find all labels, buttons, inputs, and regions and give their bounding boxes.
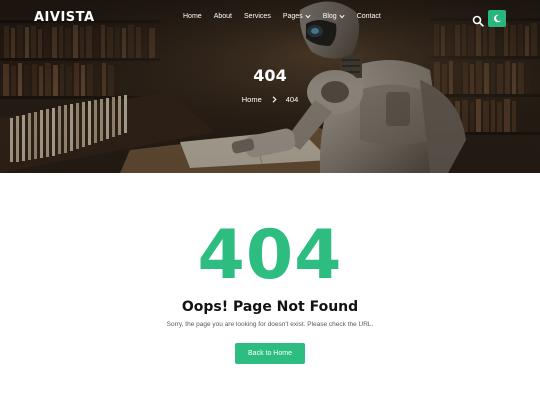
chevron-right-icon (272, 96, 277, 103)
nav-item-label: Pages (282, 13, 303, 20)
chevron-down-icon (305, 14, 311, 19)
breadcrumb-home-link[interactable]: Home (242, 95, 262, 104)
nav-item-about[interactable]: About (214, 13, 232, 20)
moon-icon (493, 14, 501, 23)
error-message: Sorry, the page you are looking for does… (166, 321, 374, 328)
nav-item-blog[interactable]: Blog (323, 13, 345, 20)
breadcrumb: Home 404 (0, 95, 540, 104)
nav-item-services[interactable]: Services (244, 13, 271, 20)
error-title: Oops! Page Not Found (181, 299, 359, 315)
error-code: 404 (197, 216, 343, 295)
main-navbar: AIVISTA Home About Services Pages Blog C… (0, 0, 540, 36)
nav-item-home[interactable]: Home (183, 13, 202, 20)
theme-toggle-button[interactable] (488, 10, 506, 27)
nav-item-label: Home (183, 13, 202, 20)
search-icon (472, 15, 484, 27)
nav-item-label: Services (243, 13, 271, 20)
back-to-home-button[interactable]: Back to Home (235, 343, 305, 364)
nav-item-pages[interactable]: Pages (283, 13, 311, 20)
page-title: 404 (253, 66, 287, 85)
nav-item-label: Contact (356, 13, 381, 20)
nav-item-label: Blog (322, 13, 337, 20)
nav-item-label: About (213, 13, 232, 20)
nav-menu: Home About Services Pages Blog Contact (183, 13, 393, 20)
site-logo[interactable]: AIVISTA (34, 10, 95, 25)
nav-item-contact[interactable]: Contact (357, 13, 381, 20)
breadcrumb-current: 404 (285, 95, 299, 104)
search-button[interactable] (472, 12, 484, 27)
chevron-down-icon (339, 14, 345, 19)
